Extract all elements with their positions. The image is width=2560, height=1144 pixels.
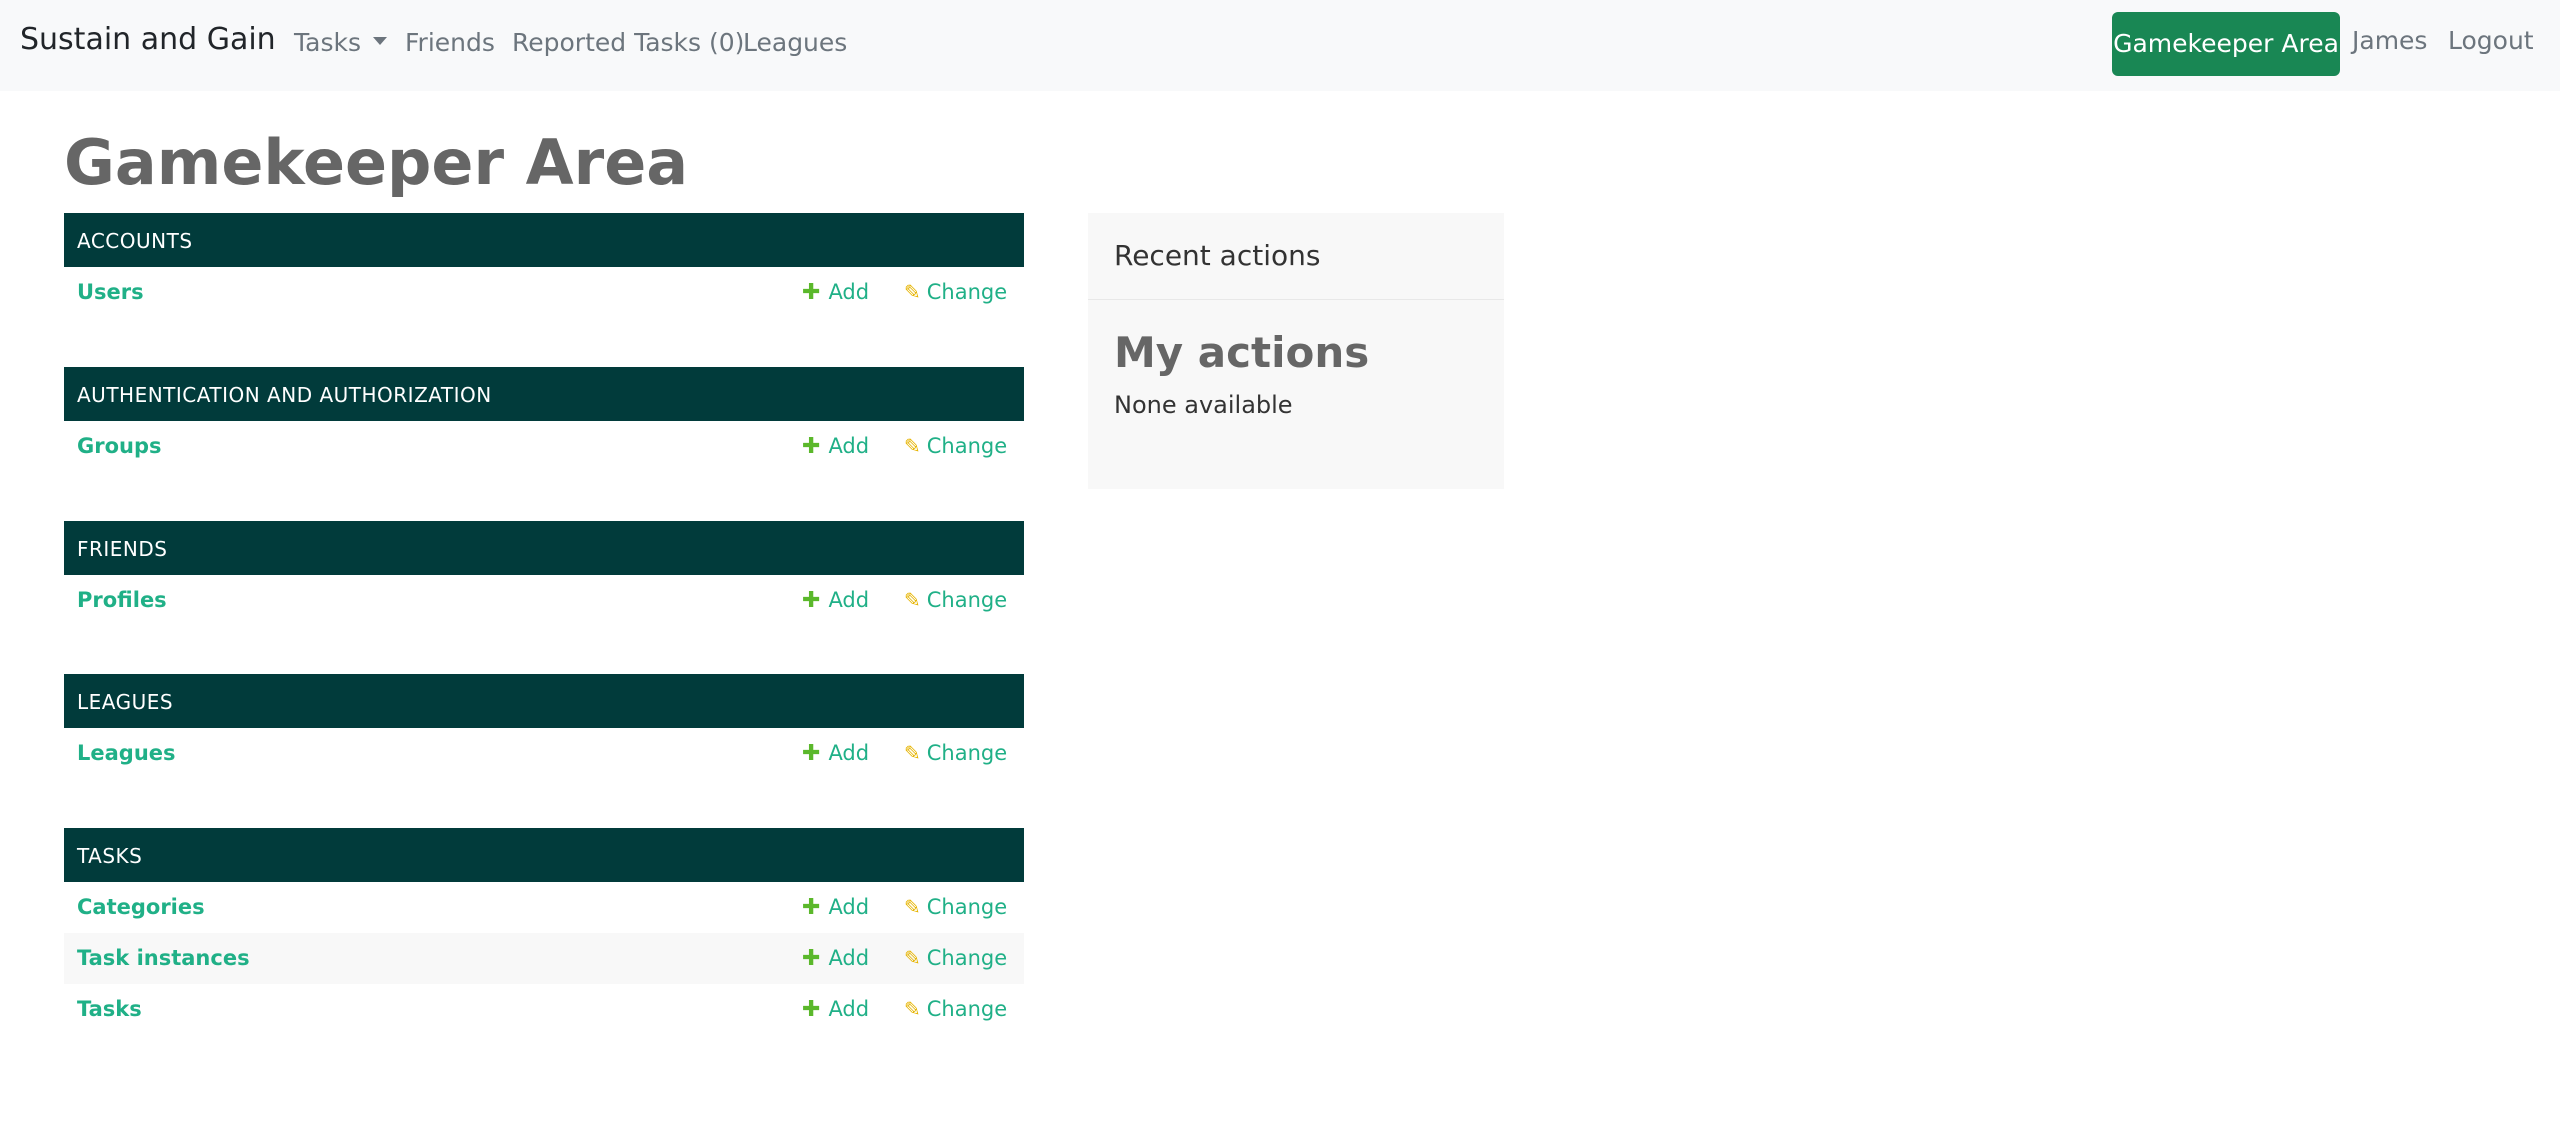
change-link[interactable]: ✎ Change	[904, 267, 1007, 318]
model-link[interactable]: Leagues	[77, 728, 176, 779]
nav-user[interactable]: James	[2352, 26, 2427, 55]
chevron-down-icon	[372, 37, 387, 45]
add-link[interactable]: ✚ Add	[802, 728, 869, 779]
my-actions-heading: My actions	[1114, 328, 1370, 377]
nav-reported-tasks[interactable]: Reported Tasks (0)	[512, 28, 744, 57]
pencil-icon: ✎	[904, 997, 921, 1021]
model-row-users: Users ✚ Add ✎ Change	[64, 267, 1024, 318]
gamekeeper-area-button[interactable]: Gamekeeper Area	[2112, 12, 2340, 76]
pencil-icon: ✎	[904, 895, 921, 919]
pencil-icon: ✎	[904, 741, 921, 765]
change-label: Change	[926, 895, 1008, 919]
top-navbar: Sustain and Gain Tasks Friends Reported …	[0, 0, 2560, 91]
model-row-task-instances: Task instances ✚ Add ✎ Change	[64, 933, 1024, 984]
add-link[interactable]: ✚ Add	[802, 267, 869, 318]
add-label: Add	[828, 588, 870, 612]
nav-tasks-dropdown[interactable]: Tasks	[294, 28, 387, 57]
empty-message: None available	[1114, 391, 1293, 419]
add-label: Add	[828, 741, 870, 765]
plus-icon: ✚	[802, 588, 821, 613]
module-leagues: LEAGUES Leagues ✚ Add ✎ Change	[64, 674, 1024, 779]
change-link[interactable]: ✎ Change	[904, 575, 1007, 626]
add-link[interactable]: ✚ Add	[802, 421, 869, 472]
page-title: Gamekeeper Area	[64, 126, 689, 199]
nav-friends[interactable]: Friends	[405, 28, 495, 57]
add-link[interactable]: ✚ Add	[802, 984, 869, 1035]
model-link[interactable]: Task instances	[77, 933, 250, 984]
add-link[interactable]: ✚ Add	[802, 882, 869, 933]
module-header[interactable]: FRIENDS	[64, 521, 1024, 575]
plus-icon: ✚	[802, 997, 821, 1022]
change-label: Change	[926, 997, 1008, 1021]
change-label: Change	[926, 946, 1008, 970]
add-label: Add	[828, 895, 870, 919]
change-label: Change	[926, 588, 1008, 612]
pencil-icon: ✎	[904, 946, 921, 970]
plus-icon: ✚	[802, 946, 821, 971]
model-row-tasks: Tasks ✚ Add ✎ Change	[64, 984, 1024, 1035]
change-link[interactable]: ✎ Change	[904, 933, 1007, 984]
nav-tasks-label: Tasks	[294, 28, 361, 57]
module-header[interactable]: AUTHENTICATION AND AUTHORIZATION	[64, 367, 1024, 421]
model-link[interactable]: Groups	[77, 421, 162, 472]
change-label: Change	[926, 280, 1008, 304]
model-row-leagues: Leagues ✚ Add ✎ Change	[64, 728, 1024, 779]
plus-icon: ✚	[802, 434, 821, 459]
recent-actions-title: Recent actions	[1088, 213, 1504, 300]
pencil-icon: ✎	[904, 588, 921, 612]
module-header[interactable]: ACCOUNTS	[64, 213, 1024, 267]
add-label: Add	[828, 997, 870, 1021]
module-friends: FRIENDS Profiles ✚ Add ✎ Change	[64, 521, 1024, 626]
model-row-categories: Categories ✚ Add ✎ Change	[64, 882, 1024, 933]
module-tasks: TASKS Categories ✚ Add ✎ Change Task insta…	[64, 828, 1024, 1035]
brand-link[interactable]: Sustain and Gain	[20, 22, 276, 57]
model-row-profiles: Profiles ✚ Add ✎ Change	[64, 575, 1024, 626]
model-link[interactable]: Categories	[77, 882, 205, 933]
plus-icon: ✚	[802, 895, 821, 920]
change-link[interactable]: ✎ Change	[904, 421, 1007, 472]
model-link[interactable]: Users	[77, 267, 144, 318]
change-link[interactable]: ✎ Change	[904, 984, 1007, 1035]
add-label: Add	[828, 946, 870, 970]
model-link[interactable]: Tasks	[77, 984, 142, 1035]
change-label: Change	[926, 741, 1008, 765]
add-label: Add	[828, 280, 870, 304]
add-label: Add	[828, 434, 870, 458]
change-link[interactable]: ✎ Change	[904, 882, 1007, 933]
plus-icon: ✚	[802, 280, 821, 305]
plus-icon: ✚	[802, 741, 821, 766]
module-auth: AUTHENTICATION AND AUTHORIZATION Groups …	[64, 367, 1024, 472]
nav-leagues[interactable]: Leagues	[743, 28, 847, 57]
change-link[interactable]: ✎ Change	[904, 728, 1007, 779]
model-row-groups: Groups ✚ Add ✎ Change	[64, 421, 1024, 472]
module-header[interactable]: LEAGUES	[64, 674, 1024, 728]
pencil-icon: ✎	[904, 280, 921, 304]
add-link[interactable]: ✚ Add	[802, 933, 869, 984]
module-accounts: ACCOUNTS Users ✚ Add ✎ Change	[64, 213, 1024, 318]
change-label: Change	[926, 434, 1008, 458]
pencil-icon: ✎	[904, 434, 921, 458]
nav-logout[interactable]: Logout	[2448, 26, 2534, 55]
model-link[interactable]: Profiles	[77, 575, 167, 626]
add-link[interactable]: ✚ Add	[802, 575, 869, 626]
module-header[interactable]: TASKS	[64, 828, 1024, 882]
recent-actions-panel: Recent actions My actions None available	[1088, 213, 1504, 489]
